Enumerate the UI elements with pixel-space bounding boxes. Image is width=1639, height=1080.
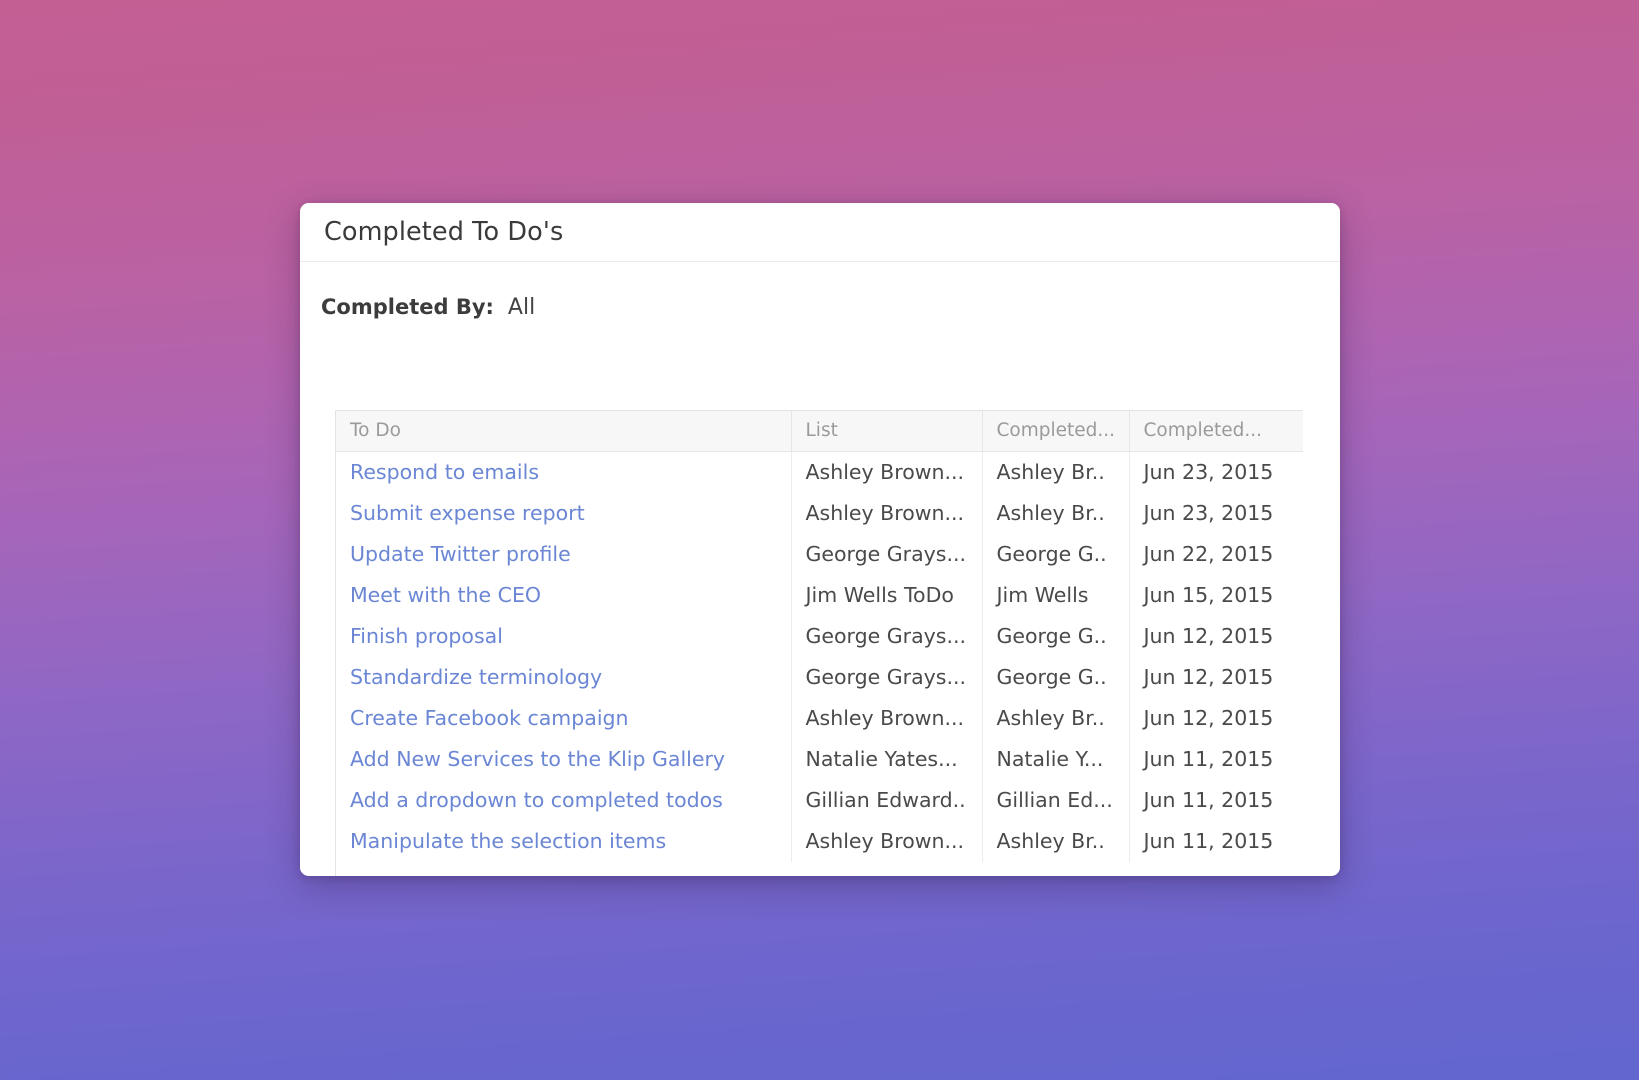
cell-todo: Meet with the CEO bbox=[336, 574, 792, 616]
todo-link[interactable]: Finish proposal bbox=[350, 624, 503, 648]
cell-list: Jim Wells ToDo bbox=[791, 574, 983, 616]
table-row[interactable]: Manipulate the selection items Ashley Bro… bbox=[336, 820, 1303, 862]
table-row[interactable]: Standardize terminology George Grays... Ge… bbox=[336, 656, 1303, 698]
dialog-titlebar: Completed To Do's bbox=[300, 203, 1340, 262]
dialog-body: Completed By: All To Do List Completed..… bbox=[300, 262, 1340, 876]
table-row[interactable]: Respond to emails Ashley Brown... Ashley B… bbox=[336, 451, 1303, 493]
todo-link[interactable]: Respond to emails bbox=[350, 460, 539, 484]
cell-completed-date: Jun 11, 2015 bbox=[1129, 820, 1303, 862]
todo-link[interactable]: Add New Services to the Klip Gallery bbox=[350, 747, 725, 771]
cell-completed-by: Ashley Br.. bbox=[982, 820, 1130, 862]
cell-todo: Standardize terminology bbox=[336, 656, 792, 698]
completed-by-value[interactable]: All bbox=[508, 295, 535, 320]
cell-list: Ashley Brown... bbox=[791, 451, 983, 493]
cell-completed-by: Ashley Br.. bbox=[982, 697, 1130, 739]
cell-todo: Respond to emails bbox=[336, 451, 792, 493]
cell-completed-by: Gillian Ed... bbox=[982, 779, 1130, 821]
cell-todo: Update Twitter profile bbox=[336, 533, 792, 575]
column-header-completed-date[interactable]: Completed... bbox=[1129, 411, 1303, 452]
todo-link[interactable]: Meet with the CEO bbox=[350, 583, 541, 607]
page-title: Completed To Do's bbox=[324, 217, 564, 247]
cell-todo: Create Facebook campaign bbox=[336, 697, 792, 739]
cell-list: Ashley Brown... bbox=[791, 697, 983, 739]
cell-todo: Manipulate the selection items bbox=[336, 820, 792, 862]
table-row[interactable]: Add New Services to the Klip Gallery Nata… bbox=[336, 738, 1303, 780]
cell-completed-by: Ashley Br.. bbox=[982, 492, 1130, 534]
cell-completed-by: George G.. bbox=[982, 656, 1130, 698]
completed-todos-dialog: Completed To Do's Completed By: All To D… bbox=[300, 203, 1340, 876]
cell-completed-date: Jun 23, 2015 bbox=[1129, 451, 1303, 493]
table-header-row: To Do List Completed... Completed... bbox=[336, 411, 1303, 452]
todo-link[interactable]: Add a dropdown to completed todos bbox=[350, 788, 723, 812]
cell-completed-date: Jun 12, 2015 bbox=[1129, 615, 1303, 657]
cell-list: Ashley Brown... bbox=[791, 492, 983, 534]
todo-link[interactable]: Standardize terminology bbox=[350, 665, 602, 689]
cell-completed-by: George G.. bbox=[982, 533, 1130, 575]
cell-list: Ashley Brown... bbox=[791, 820, 983, 862]
table-row[interactable]: Create Facebook campaign Ashley Brown... A… bbox=[336, 697, 1303, 739]
cell-list: Gillian Edward.. bbox=[791, 779, 983, 821]
completed-by-filter: Completed By: All bbox=[300, 262, 1340, 350]
cell-completed-by: George G.. bbox=[982, 615, 1130, 657]
cell-completed-date: Jun 15, 2015 bbox=[1129, 574, 1303, 616]
cell-todo: Submit expense report bbox=[336, 492, 792, 534]
completed-todos-table: To Do List Completed... Completed... Res… bbox=[336, 411, 1303, 862]
table-row[interactable]: Submit expense report Ashley Brown... Ashl… bbox=[336, 492, 1303, 534]
todo-link[interactable]: Create Facebook campaign bbox=[350, 706, 629, 730]
column-header-completed-by[interactable]: Completed... bbox=[982, 411, 1130, 452]
todo-table-viewport: To Do List Completed... Completed... Res… bbox=[335, 410, 1303, 876]
cell-completed-date: Jun 12, 2015 bbox=[1129, 656, 1303, 698]
cell-completed-by: Natalie Y... bbox=[982, 738, 1130, 780]
table-row[interactable]: Update Twitter profile George Grays... Geo… bbox=[336, 533, 1303, 575]
cell-todo: Finish proposal bbox=[336, 615, 792, 657]
cell-todo: Add a dropdown to completed todos bbox=[336, 779, 792, 821]
todo-link[interactable]: Submit expense report bbox=[350, 501, 585, 525]
cell-completed-by: Jim Wells bbox=[982, 574, 1130, 616]
cell-completed-by: Ashley Br.. bbox=[982, 451, 1130, 493]
cell-todo: Add New Services to the Klip Gallery bbox=[336, 738, 792, 780]
cell-list: George Grays... bbox=[791, 656, 983, 698]
column-header-list[interactable]: List bbox=[791, 411, 983, 452]
cell-list: George Grays... bbox=[791, 615, 983, 657]
table-body: Respond to emails Ashley Brown... Ashley B… bbox=[336, 451, 1303, 862]
cell-list: Natalie Yates... bbox=[791, 738, 983, 780]
cell-completed-date: Jun 22, 2015 bbox=[1129, 533, 1303, 575]
cell-completed-date: Jun 12, 2015 bbox=[1129, 697, 1303, 739]
table-row[interactable]: Finish proposal George Grays... George G..… bbox=[336, 615, 1303, 657]
cell-list: George Grays... bbox=[791, 533, 983, 575]
table-row[interactable]: Meet with the CEO Jim Wells ToDo Jim Wells… bbox=[336, 574, 1303, 616]
completed-by-label: Completed By: bbox=[321, 295, 494, 319]
cell-completed-date: Jun 23, 2015 bbox=[1129, 492, 1303, 534]
table-header: To Do List Completed... Completed... bbox=[336, 411, 1303, 452]
todo-link[interactable]: Manipulate the selection items bbox=[350, 829, 666, 853]
cell-completed-date: Jun 11, 2015 bbox=[1129, 738, 1303, 780]
cell-completed-date: Jun 11, 2015 bbox=[1129, 779, 1303, 821]
column-header-todo[interactable]: To Do bbox=[336, 411, 792, 452]
todo-link[interactable]: Update Twitter profile bbox=[350, 542, 571, 566]
table-row[interactable]: Add a dropdown to completed todos Gillian… bbox=[336, 779, 1303, 821]
